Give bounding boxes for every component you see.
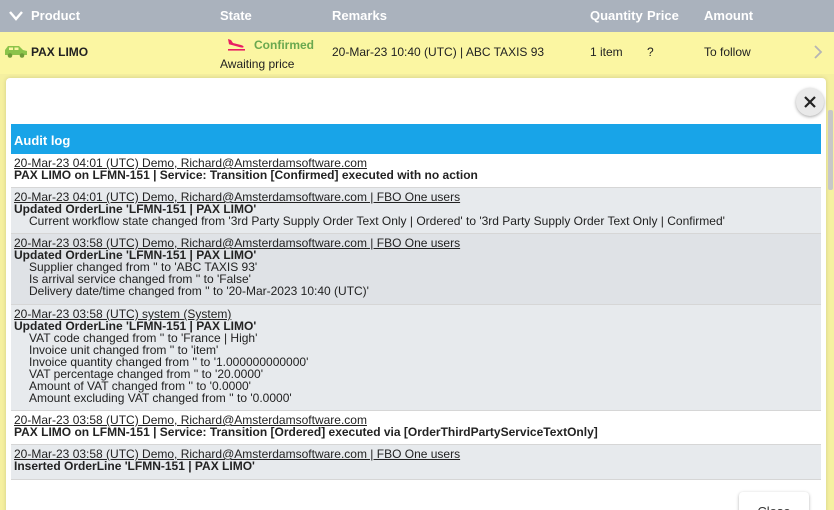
chevron-right-icon[interactable] — [813, 44, 823, 60]
chevron-down-icon[interactable] — [8, 9, 24, 23]
audit-entry-summary: PAX LIMO on LFMN-151 | Service: Transiti… — [14, 168, 478, 182]
column-header-quantity[interactable]: Quantity — [590, 8, 643, 23]
scrollbar[interactable] — [828, 110, 833, 190]
audit-entry-summary: Inserted OrderLine 'LFMN-151 | PAX LIMO' — [14, 459, 255, 473]
substate-value: Awaiting price — [220, 57, 295, 71]
column-header-amount[interactable]: Amount — [704, 8, 753, 23]
airplane-landing-icon — [228, 39, 245, 51]
audit-entry: 20-Mar-23 04:01 (UTC) Demo, Richard@Amst… — [11, 188, 821, 234]
column-header-product[interactable]: Product — [31, 8, 80, 23]
audit-entry: 20-Mar-23 04:01 (UTC) Demo, Richard@Amst… — [11, 154, 821, 188]
close-button[interactable]: Close — [739, 492, 809, 510]
close-icon — [804, 96, 816, 108]
table-header: Product State Remarks Quantity Price Amo… — [0, 0, 834, 32]
column-header-price[interactable]: Price — [647, 8, 679, 23]
remarks-value: 20-Mar-23 10:40 (UTC) | ABC TAXIS 93 — [332, 45, 545, 59]
column-header-state[interactable]: State — [220, 8, 252, 23]
audit-entry-detail: Current workflow state changed from '3rd… — [29, 214, 725, 228]
product-name: PAX LIMO — [31, 45, 89, 59]
audit-entry: 20-Mar-23 03:58 (UTC) Demo, Richard@Amst… — [11, 445, 821, 480]
audit-entry-summary: PAX LIMO on LFMN-151 | Service: Transiti… — [14, 425, 598, 439]
audit-log-title: Audit log — [11, 124, 821, 154]
audit-entry: 20-Mar-23 03:58 (UTC) system (System) Up… — [11, 305, 821, 411]
order-line-row[interactable]: PAX LIMO Confirmed Awaiting price 20-Mar… — [0, 32, 834, 74]
car-icon — [5, 46, 27, 58]
column-header-remarks[interactable]: Remarks — [332, 8, 387, 23]
state-value: Confirmed — [254, 38, 314, 52]
amount-value: To follow — [704, 45, 751, 59]
audit-entry-detail: Delivery date/time changed from '' to '2… — [29, 284, 369, 298]
audit-entry: 20-Mar-23 03:58 (UTC) Demo, Richard@Amst… — [11, 411, 821, 445]
quantity-value: 1 item — [590, 45, 623, 59]
close-panel-button[interactable] — [796, 88, 824, 116]
audit-entry-detail: Amount excluding VAT changed from '' to … — [29, 391, 292, 405]
audit-entry: 20-Mar-23 03:58 (UTC) Demo, Richard@Amst… — [11, 234, 821, 305]
price-value: ? — [647, 45, 654, 59]
